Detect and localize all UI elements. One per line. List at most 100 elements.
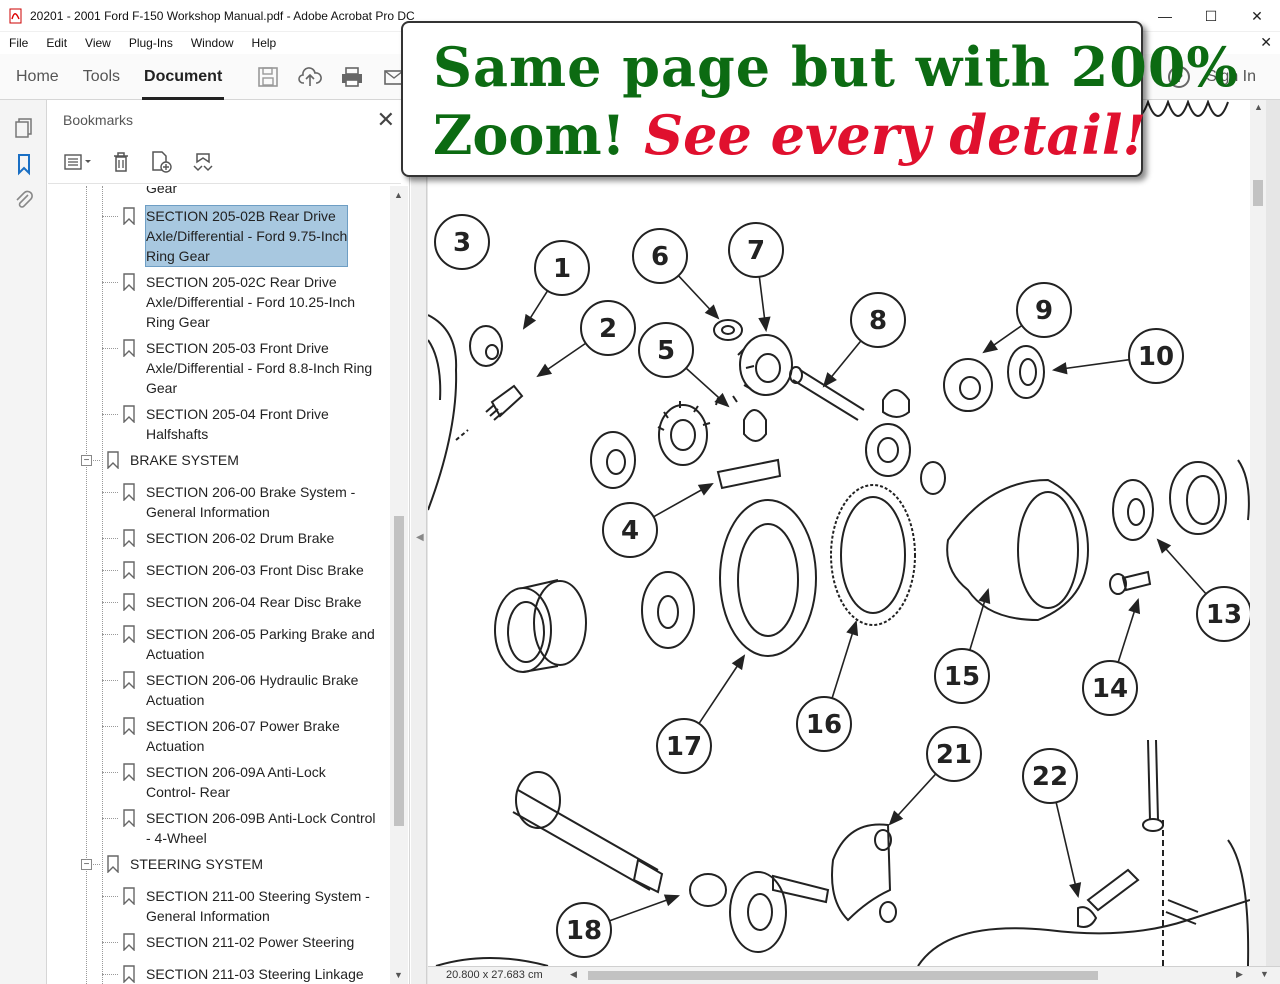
part-number: 3: [453, 228, 471, 258]
bookmark-label-line: SECTION 206-06 Hydraulic Brake: [146, 672, 359, 688]
close-window-button[interactable]: ✕: [1234, 0, 1280, 32]
bookmark-label: SECTION 205-03 Front Drive Axle/Different…: [146, 338, 372, 398]
bookmark-icon: [106, 451, 120, 470]
panel-splitter[interactable]: ◀: [411, 100, 427, 984]
part-number-bubble: 3: [434, 214, 490, 270]
menu-help[interactable]: Help: [243, 36, 286, 50]
tab-tools[interactable]: Tools: [71, 54, 132, 100]
bookmark-icon: [122, 625, 136, 644]
scroll-down-arrow[interactable]: ▼: [394, 970, 403, 980]
bookmark-icon: [122, 561, 136, 580]
bookmarks-scroll-thumb[interactable]: [394, 516, 404, 826]
bookmark-partial[interactable]: Gear: [146, 186, 177, 198]
menu-file[interactable]: File: [0, 36, 37, 50]
attachment-icon[interactable]: [12, 188, 36, 212]
tree-connector: [102, 538, 118, 539]
bookmark-item[interactable]: SECTION 205-04 Front Drive Halfshafts: [122, 404, 329, 444]
document-vertical-scrollbar[interactable]: ▲: [1250, 100, 1266, 966]
bookmark-group[interactable]: STEERING SYSTEM: [106, 854, 263, 874]
bookmark-icon: [106, 855, 120, 874]
bookmark-item[interactable]: SECTION 206-05 Parking Brake and Actuatio…: [122, 624, 375, 664]
doc-scroll-down[interactable]: ▼: [1260, 969, 1269, 979]
callout-line1: Same page but with 200%: [433, 35, 1239, 99]
save-icon[interactable]: [254, 63, 282, 91]
scroll-up-arrow[interactable]: ▲: [394, 190, 403, 200]
bookmark-item[interactable]: SECTION 206-02 Drum Brake: [122, 528, 334, 548]
callout-line2: Zoom! See every detail!: [433, 103, 1146, 167]
bookmark-icon: [122, 273, 136, 292]
bookmark-label-line: BRAKE SYSTEM: [130, 452, 239, 468]
part-number-bubble: 17: [656, 718, 712, 774]
navigation-rail: [0, 100, 47, 984]
hscroll-left-arrow[interactable]: ◀: [570, 969, 577, 980]
bookmark-label-line: Gear: [146, 380, 178, 396]
bookmark-item[interactable]: SECTION 211-03 Steering Linkage: [122, 964, 364, 984]
bookmark-icon: [122, 763, 136, 782]
minimize-button[interactable]: —: [1142, 0, 1188, 32]
doc-scroll-thumb[interactable]: [1253, 180, 1263, 206]
tree-connector: [102, 414, 118, 415]
maximize-button[interactable]: ☐: [1188, 0, 1234, 32]
bookmark-item[interactable]: SECTION 205-03 Front Drive Axle/Different…: [122, 338, 372, 398]
part-number-bubble: 18: [556, 902, 612, 958]
leader-arrowhead: [982, 339, 999, 354]
part-number: 5: [657, 336, 675, 366]
promo-callout: Same page but with 200% Zoom! See every …: [401, 21, 1238, 177]
close-panel-icon[interactable]: ✕: [377, 109, 395, 131]
collapse-toggle[interactable]: −: [81, 455, 92, 466]
menu-plugins[interactable]: Plug-Ins: [120, 36, 182, 50]
bookmark-item[interactable]: SECTION 206-09A Anti-Lock Control- Rear: [122, 762, 326, 802]
delete-bookmark-icon[interactable]: [111, 150, 131, 174]
doc-scroll-up[interactable]: ▲: [1254, 102, 1263, 112]
part-number-bubble: 4: [602, 502, 658, 558]
leader-arrowhead: [522, 313, 537, 330]
leader-arrowhead: [758, 316, 771, 333]
bookmark-item[interactable]: SECTION 206-04 Rear Disc Brake: [122, 592, 362, 612]
bookmark-icon: [122, 529, 136, 548]
page-thumbnails-icon[interactable]: [12, 116, 36, 140]
bookmark-label-line: Actuation: [146, 738, 205, 754]
bookmark-item[interactable]: SECTION 206-03 Front Disc Brake: [122, 560, 364, 580]
tab-home[interactable]: Home: [4, 54, 71, 100]
bookmark-icon: [122, 965, 136, 984]
doc-horizontal-scroll-thumb[interactable]: [588, 971, 1098, 980]
part-number: 17: [666, 732, 702, 762]
collapse-toggle[interactable]: −: [81, 859, 92, 870]
bookmark-item[interactable]: SECTION 211-02 Power Steering: [122, 932, 354, 952]
tree-connector: [102, 974, 118, 975]
bookmark-item[interactable]: SECTION 206-07 Power Brake Actuation: [122, 716, 340, 756]
bookmark-item[interactable]: SECTION 211-00 Steering System - General …: [122, 886, 370, 926]
part-number: 4: [621, 516, 639, 546]
tree-connector: [102, 602, 118, 603]
exploded-differential-diagram: 12 3 4 5 6 7 8 9 10 13 14 15 16 17 18 21 22: [428, 100, 1250, 966]
bookmark-item[interactable]: SECTION 205-02B Rear Drive Axle/Different…: [122, 205, 349, 267]
menu-view[interactable]: View: [76, 36, 120, 50]
bookmarks-scrollbar[interactable]: ▲ ▼: [390, 186, 408, 984]
close-document-button[interactable]: ✕: [1260, 34, 1272, 51]
bookmark-item[interactable]: SECTION 205-02C Rear Drive Axle/Different…: [122, 272, 355, 332]
leader-arrowhead: [822, 372, 837, 388]
collapse-panel-arrow[interactable]: ◀: [416, 532, 424, 543]
bookmark-label-line: SECTION 206-05 Parking Brake and: [146, 626, 375, 642]
bookmark-panel-icon[interactable]: [12, 152, 36, 176]
bookmark-item[interactable]: SECTION 206-00 Brake System - General Inf…: [122, 482, 355, 522]
bookmark-label-line: General Information: [146, 908, 270, 924]
part-number: 21: [936, 740, 972, 770]
menu-window[interactable]: Window: [182, 36, 243, 50]
expand-bookmarks-icon[interactable]: [191, 150, 215, 174]
menu-edit[interactable]: Edit: [37, 36, 76, 50]
tree-connector: [102, 282, 118, 283]
bookmark-label-line: - 4-Wheel: [146, 830, 207, 846]
print-icon[interactable]: [338, 63, 366, 91]
bookmark-label: SECTION 211-03 Steering Linkage: [146, 964, 364, 984]
options-menu-icon[interactable]: [63, 150, 93, 174]
part-number-bubble: 15: [934, 648, 990, 704]
bookmark-item[interactable]: SECTION 206-09B Anti-Lock Control - 4-Whe…: [122, 808, 376, 848]
hscroll-right-arrow[interactable]: ▶: [1236, 969, 1243, 980]
bookmark-group[interactable]: BRAKE SYSTEM: [106, 450, 239, 470]
tab-document[interactable]: Document: [132, 54, 234, 100]
part-number-bubble: 13: [1196, 586, 1250, 642]
upload-cloud-icon[interactable]: [296, 63, 324, 91]
new-bookmark-icon[interactable]: [149, 150, 173, 174]
bookmark-item[interactable]: SECTION 206-06 Hydraulic Brake Actuation: [122, 670, 358, 710]
